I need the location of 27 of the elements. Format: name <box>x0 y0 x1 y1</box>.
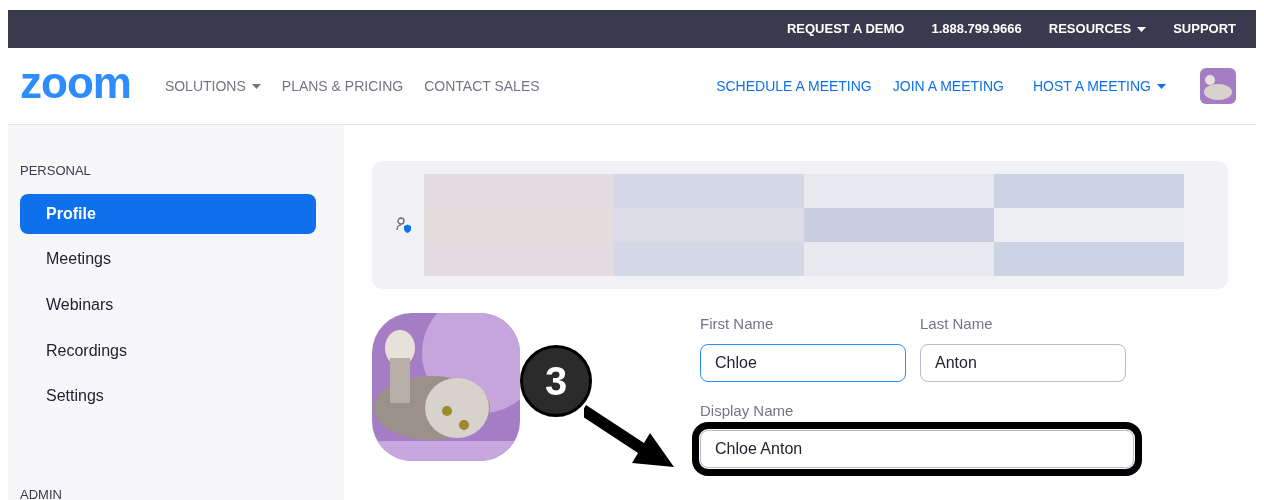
caret-icon <box>251 83 261 89</box>
sidebar-item[interactable]: Recordings <box>20 330 316 371</box>
nav-link[interactable]: JOIN A MEETING <box>892 75 1004 97</box>
nav-link[interactable]: SCHEDULE A MEETING <box>716 75 872 97</box>
nav-link[interactable]: RESOURCES <box>1048 19 1147 39</box>
user-shield-icon <box>396 216 412 234</box>
caret-icon <box>1157 83 1166 89</box>
section-heading: PERSONAL <box>20 162 92 180</box>
sidebar-item[interactable]: Webinars <box>20 284 316 326</box>
text-field[interactable]: Chloe <box>700 343 906 382</box>
caret-icon <box>1137 26 1147 32</box>
nav-link[interactable]: 1.888.799.9666 <box>931 19 1022 39</box>
sidebar-item[interactable]: Settings <box>20 375 316 417</box>
nav-link[interactable]: PLANS & PRICING <box>281 75 404 97</box>
text-field[interactable]: Anton <box>920 343 1126 382</box>
sidebar-item[interactable]: Meetings <box>20 239 316 280</box>
nav-link[interactable]: HOST A MEETING <box>1033 75 1166 97</box>
nav-link[interactable]: SUPPORT <box>1173 19 1236 39</box>
nav-link[interactable]: SOLUTIONS <box>164 75 261 97</box>
step-number-badge: 3 <box>520 345 592 417</box>
sidebar-item[interactable]: Profile <box>20 193 316 235</box>
field-label: First Name <box>700 314 775 334</box>
field-label: Last Name <box>920 314 994 334</box>
field-label: Display Name <box>700 400 795 421</box>
nav-link[interactable]: REQUEST A DEMO <box>786 19 905 39</box>
section-heading: ADMIN <box>20 486 63 500</box>
nav-link[interactable]: CONTACT SALES <box>424 75 540 97</box>
